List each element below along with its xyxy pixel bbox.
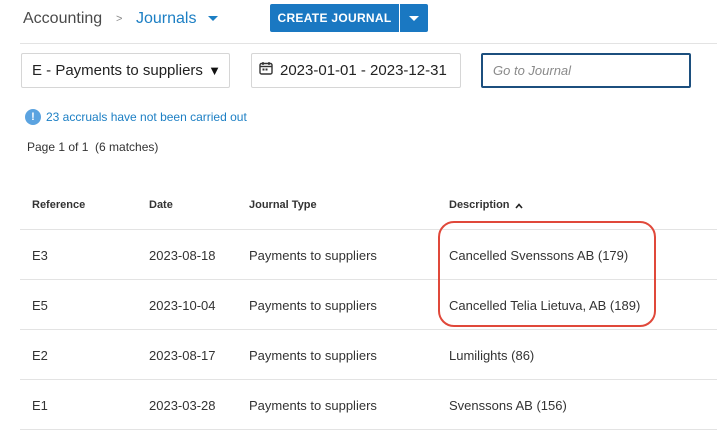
column-header-description-label: Description	[449, 199, 510, 211]
accruals-notice-text: 23 accruals have not been carried out	[46, 110, 247, 124]
pagination-info: Page 1 of 1 (6 matches)	[27, 140, 159, 154]
table-row[interactable]: E2 2023-08-17 Payments to suppliers Lumi…	[20, 330, 717, 380]
breadcrumb-separator: >	[116, 13, 123, 25]
accruals-notice-link[interactable]: ! 23 accruals have not been carried out	[25, 109, 247, 125]
cell-journal-type: Payments to suppliers	[249, 348, 377, 363]
cell-date: 2023-08-17	[149, 348, 216, 363]
cell-date: 2023-08-18	[149, 248, 216, 263]
journal-type-value: E - Payments to suppliers	[32, 62, 203, 79]
column-header-journal-type[interactable]: Journal Type	[249, 199, 317, 211]
cell-date: 2023-03-28	[149, 398, 216, 413]
dropdown-arrow-icon: ▼	[208, 63, 221, 78]
cell-journal-type: Payments to suppliers	[249, 398, 377, 413]
cell-description: Cancelled Svenssons AB (179)	[449, 248, 629, 263]
cell-description: Svenssons AB (156)	[449, 398, 567, 413]
create-journal-button[interactable]: CREATE JOURNAL	[270, 4, 399, 32]
column-header-reference[interactable]: Reference	[32, 199, 85, 211]
journals-table: Reference Date Journal Type Description …	[20, 190, 717, 430]
header-bar: Accounting > Journals CREATE JOURNAL	[0, 0, 717, 44]
journal-type-select[interactable]: E - Payments to suppliers ▼	[21, 53, 230, 88]
cell-description: Lumilights (86)	[449, 348, 535, 363]
table-row[interactable]: E3 2023-08-18 Payments to suppliers Canc…	[20, 230, 717, 280]
calendar-icon	[259, 61, 273, 80]
cell-reference: E2	[32, 348, 48, 363]
cell-reference: E5	[32, 298, 48, 313]
column-header-description[interactable]: Description	[449, 199, 523, 211]
cell-reference: E3	[32, 248, 48, 263]
sort-ascending-icon	[514, 201, 523, 209]
chevron-down-icon[interactable]	[208, 16, 218, 21]
cell-description: Cancelled Telia Lietuva, AB (189)	[449, 298, 641, 313]
table-row[interactable]: E5 2023-10-04 Payments to suppliers Canc…	[20, 280, 717, 330]
table-row[interactable]: E1 2023-03-28 Payments to suppliers Sven…	[20, 380, 717, 430]
cell-journal-type: Payments to suppliers	[249, 248, 377, 263]
info-icon: !	[25, 109, 41, 125]
breadcrumb-journals-dropdown[interactable]: Journals	[136, 10, 196, 28]
caret-down-icon	[409, 16, 419, 21]
date-range-picker[interactable]: 2023-01-01 - 2023-12-31	[251, 53, 461, 88]
cell-date: 2023-10-04	[149, 298, 216, 313]
create-journal-menu-button[interactable]	[400, 4, 428, 32]
header-divider	[20, 43, 717, 44]
go-to-journal-input[interactable]	[481, 53, 691, 88]
table-header: Reference Date Journal Type Description	[20, 190, 717, 230]
cell-reference: E1	[32, 398, 48, 413]
column-header-date[interactable]: Date	[149, 199, 173, 211]
date-range-value: 2023-01-01 - 2023-12-31	[280, 62, 447, 79]
cell-journal-type: Payments to suppliers	[249, 298, 377, 313]
breadcrumb-accounting[interactable]: Accounting	[23, 10, 102, 28]
